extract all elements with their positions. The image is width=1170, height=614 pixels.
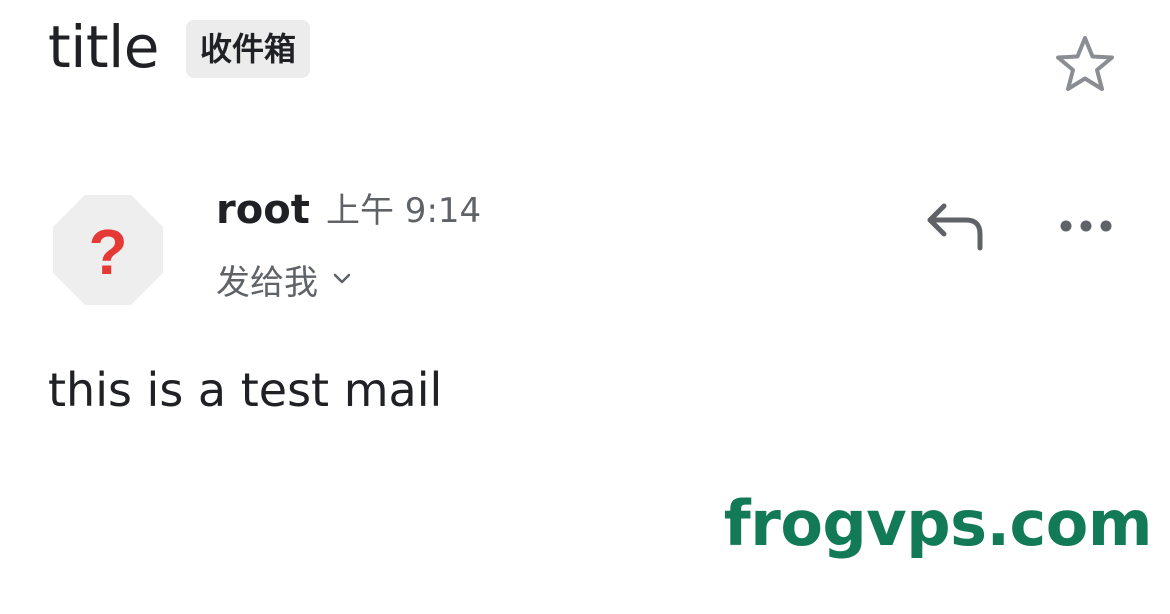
recipient-label: 发给我 <box>216 262 318 303</box>
more-options-button[interactable] <box>1054 206 1118 246</box>
watermark-text: frogvps.com <box>723 487 1153 560</box>
chevron-down-icon <box>333 273 351 284</box>
inbox-label-chip[interactable]: 收件箱 <box>186 20 311 78</box>
email-subject: title <box>48 13 159 81</box>
more-horizontal-icon <box>1060 220 1112 232</box>
reply-button[interactable] <box>922 198 988 256</box>
reply-icon <box>927 203 983 251</box>
star-outline-icon <box>1056 36 1114 91</box>
email-body: this is a test mail <box>48 363 443 417</box>
sender-avatar[interactable]: ? <box>52 194 164 306</box>
unknown-sender-icon: ? <box>53 195 163 305</box>
received-time: 上午 9:14 <box>326 191 482 231</box>
email-view: title 收件箱 ? root 上午 9:14 发给我 this is a t… <box>0 0 1170 614</box>
svg-text:?: ? <box>88 216 127 288</box>
recipient-toggle[interactable]: 发给我 <box>216 256 352 303</box>
star-button[interactable] <box>1052 32 1118 98</box>
sender-name: root <box>216 187 310 233</box>
